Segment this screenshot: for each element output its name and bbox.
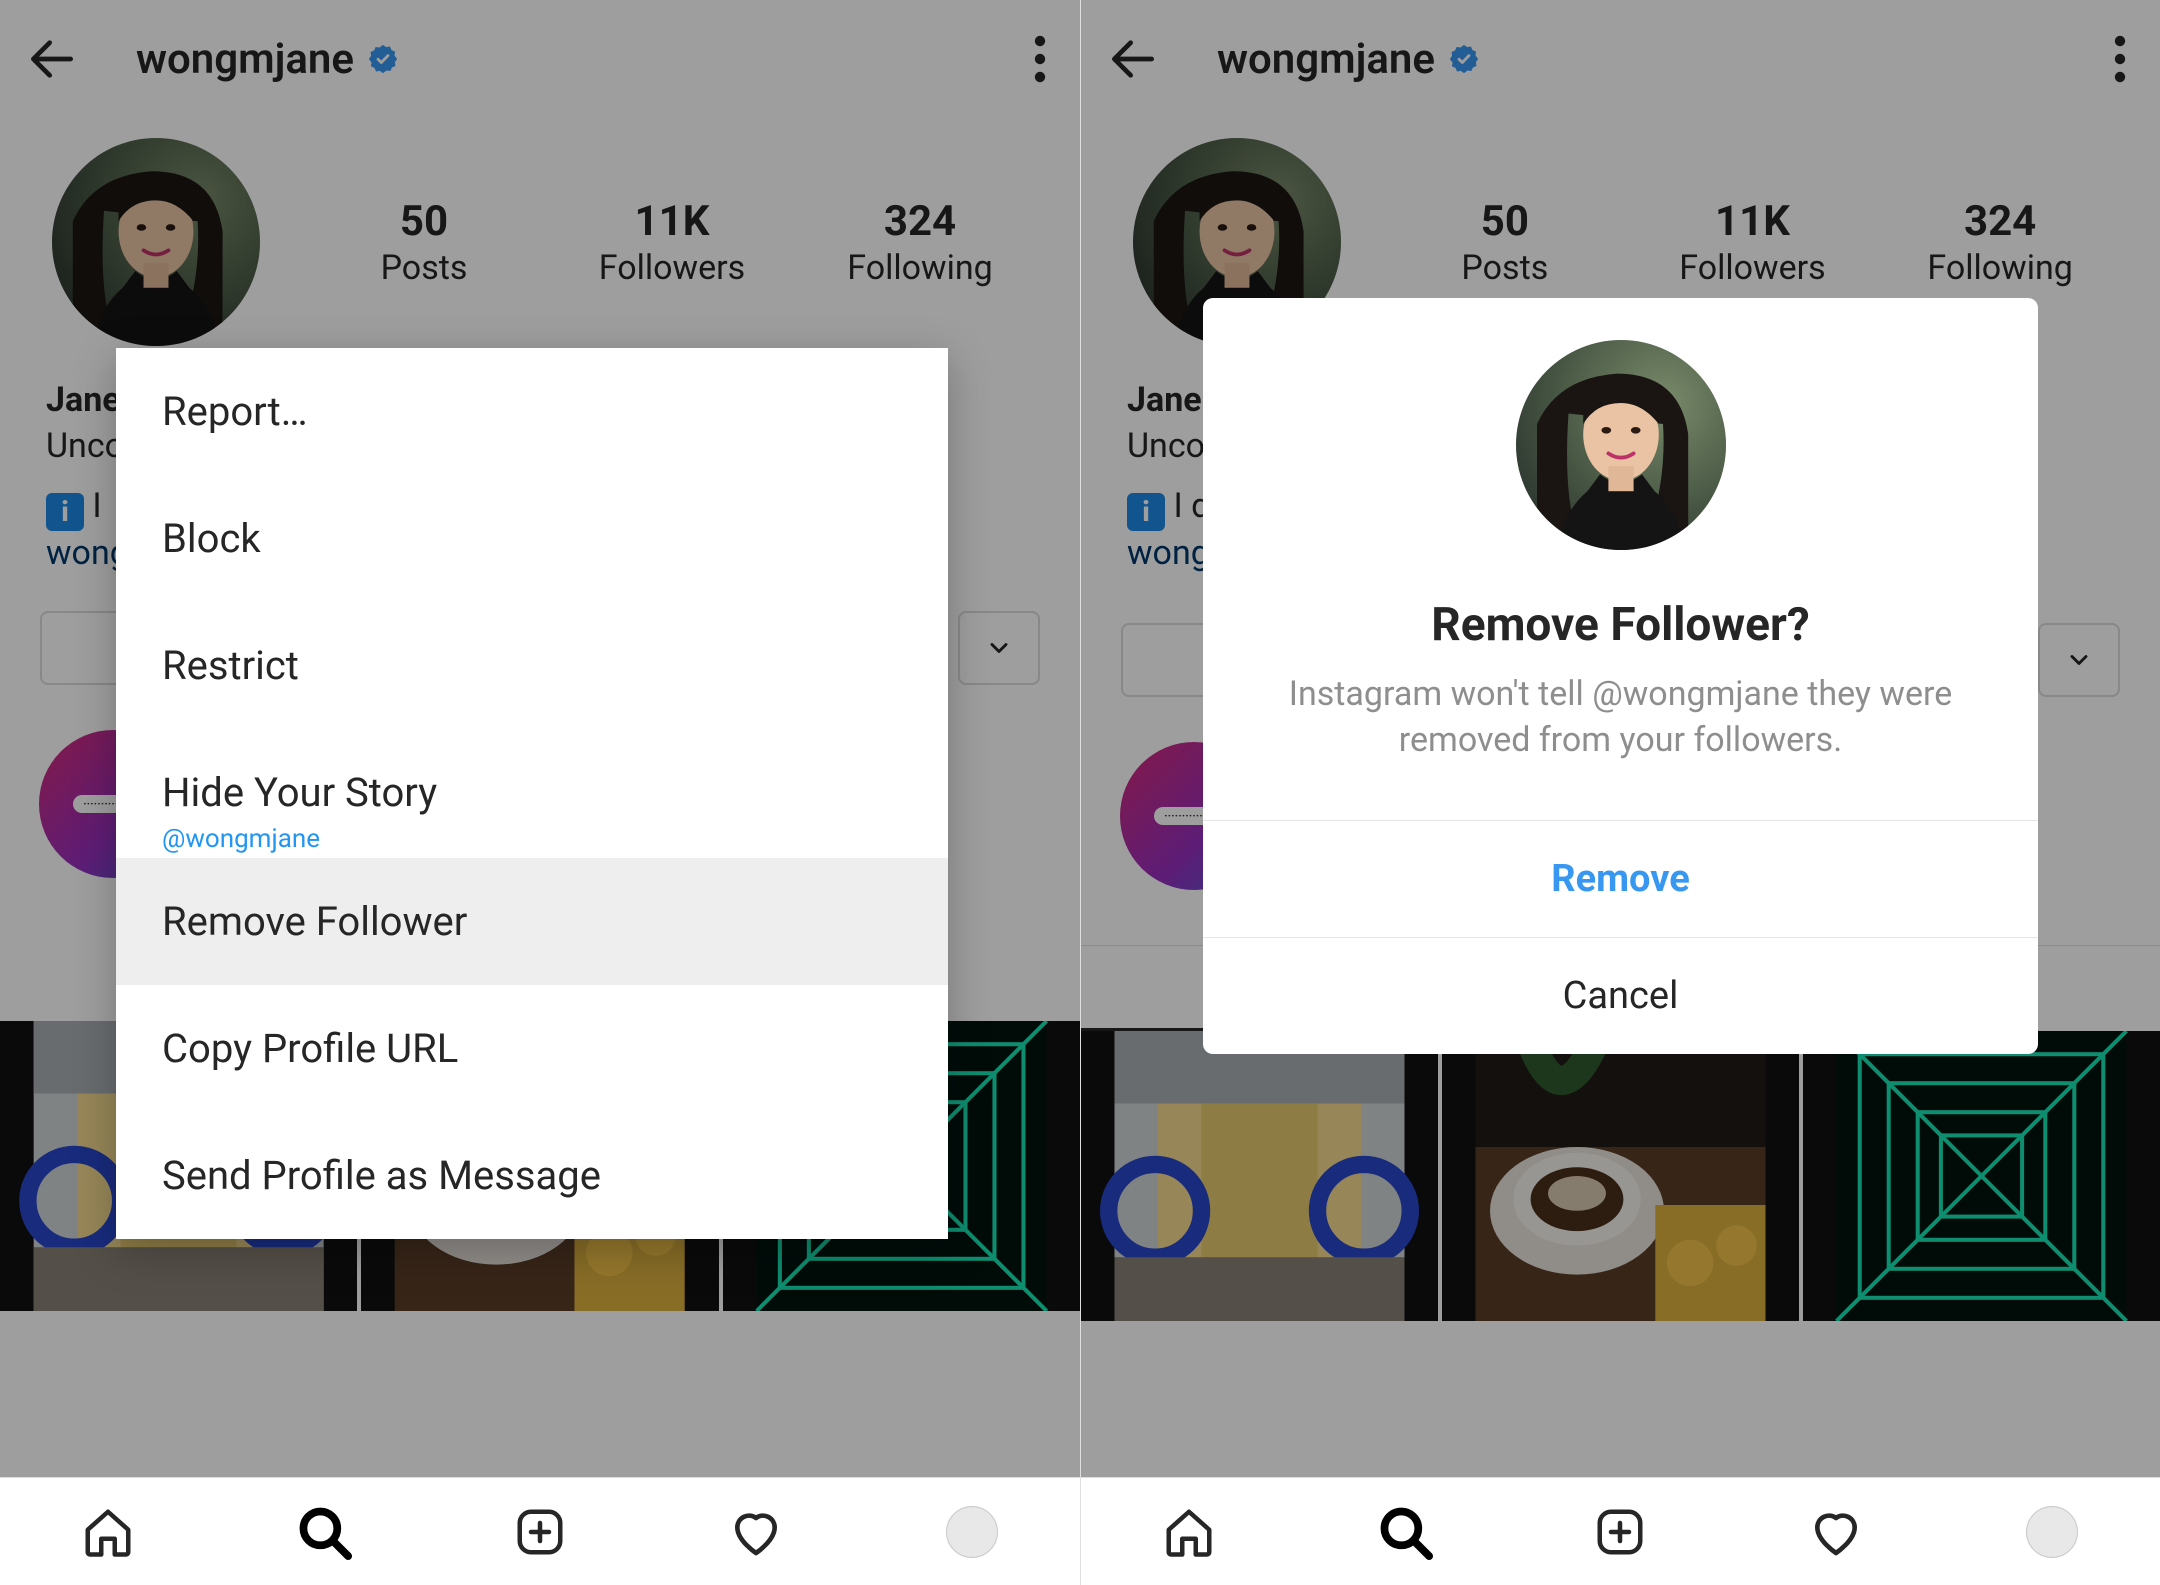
back-button[interactable] <box>1105 31 1161 87</box>
stat-followers-value: 11K <box>582 197 762 246</box>
grid-photo[interactable] <box>1803 1031 2160 1321</box>
nav-search[interactable] <box>216 1478 432 1585</box>
nav-avatar-icon <box>946 1506 998 1558</box>
grid-photo[interactable] <box>1081 1031 1438 1321</box>
profile-screen-with-menu: wongmjane 50 Posts 11K Followers 324 Fol… <box>0 0 1080 1585</box>
nav-new-post[interactable] <box>432 1478 648 1585</box>
suggestions-dropdown-button[interactable] <box>958 611 1040 685</box>
profile-username: wongmjane <box>136 35 354 84</box>
stat-posts[interactable]: 50 Posts <box>1415 197 1595 288</box>
overflow-menu: Report… Block Restrict Hide Your Story @… <box>116 348 948 1239</box>
stat-following[interactable]: 324 Following <box>830 197 1010 288</box>
profile-screen-with-dialog: wongmjane 50 Posts 11K Followers 324 Fol… <box>1080 0 2160 1585</box>
more-options-button[interactable] <box>2108 25 2132 93</box>
menu-report[interactable]: Report… <box>116 348 948 475</box>
photo-grid <box>1081 1031 2160 1321</box>
nav-new-post[interactable] <box>1513 1478 1729 1585</box>
remove-follower-dialog: Remove Follower? Instagram won't tell @w… <box>1203 298 2038 1054</box>
dialog-title: Remove Follower? <box>1203 598 2038 652</box>
stat-followers[interactable]: 11K Followers <box>1662 197 1842 288</box>
nav-search[interactable] <box>1297 1478 1513 1585</box>
menu-send-profile[interactable]: Send Profile as Message <box>116 1112 948 1239</box>
dialog-body: Instagram won't tell @wongmjane they wer… <box>1203 652 2038 820</box>
stat-following-value: 324 <box>830 197 1010 246</box>
menu-remove-follower[interactable]: Remove Follower <box>116 858 948 985</box>
info-emoji-icon: i <box>46 493 84 531</box>
nav-home[interactable] <box>1081 1478 1297 1585</box>
nav-activity[interactable] <box>1728 1478 1944 1585</box>
profile-header: wongmjane <box>0 0 1080 118</box>
verified-badge-icon <box>1447 42 1481 76</box>
stat-posts-label: Posts <box>334 248 514 288</box>
leak-watermark: @wongmjane <box>116 824 948 858</box>
dialog-avatar <box>1516 340 1726 550</box>
nav-avatar-icon <box>2026 1506 2078 1558</box>
profile-avatar[interactable] <box>52 138 260 346</box>
profile-header: wongmjane <box>1081 0 2160 118</box>
stat-following-label: Following <box>830 248 1010 288</box>
profile-username: wongmjane <box>1217 35 1435 84</box>
stat-followers[interactable]: 11K Followers <box>582 197 762 288</box>
dialog-remove-button[interactable]: Remove <box>1203 820 2038 937</box>
back-button[interactable] <box>24 31 80 87</box>
bottom-nav <box>1081 1477 2160 1585</box>
more-options-button[interactable] <box>1028 25 1052 93</box>
nav-profile[interactable] <box>864 1478 1080 1585</box>
menu-restrict[interactable]: Restrict <box>116 602 948 729</box>
nav-home[interactable] <box>0 1478 216 1585</box>
stat-posts-value: 50 <box>334 197 514 246</box>
suggestions-dropdown-button[interactable] <box>2038 623 2120 697</box>
stat-posts[interactable]: 50 Posts <box>334 197 514 288</box>
grid-photo[interactable] <box>1442 1031 1799 1321</box>
stat-following[interactable]: 324 Following <box>1910 197 2090 288</box>
menu-block[interactable]: Block <box>116 475 948 602</box>
menu-copy-url[interactable]: Copy Profile URL <box>116 985 948 1112</box>
menu-hide-story[interactable]: Hide Your Story <box>116 729 948 824</box>
profile-stats-row: 50 Posts 11K Followers 324 Following <box>0 118 1080 356</box>
verified-badge-icon <box>366 42 400 76</box>
info-emoji-icon: i <box>1127 493 1165 531</box>
nav-activity[interactable] <box>648 1478 864 1585</box>
nav-profile[interactable] <box>1944 1478 2160 1585</box>
stat-followers-label: Followers <box>582 248 762 288</box>
dialog-cancel-button[interactable]: Cancel <box>1203 937 2038 1054</box>
bottom-nav <box>0 1477 1080 1585</box>
